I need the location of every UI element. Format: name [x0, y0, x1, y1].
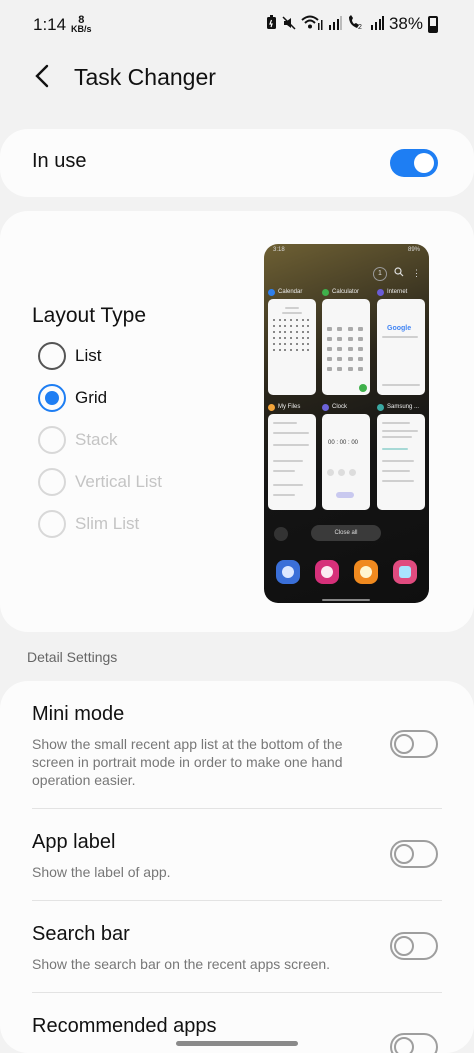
setting-mini-mode[interactable]: Mini mode Show the small recent app list…: [0, 681, 474, 807]
setting-title: Mini mode: [32, 703, 125, 725]
in-use-label: In use: [32, 150, 87, 172]
preview-app-label: Calendar: [278, 289, 303, 295]
radio-slim-list: [38, 510, 66, 538]
preview-timer: 00 : 00 : 00: [328, 440, 359, 446]
in-use-toggle[interactable]: [390, 149, 438, 177]
in-use-card[interactable]: In use: [0, 129, 474, 197]
layout-option-label: Stack: [75, 430, 118, 449]
preview-app-label: Calculator: [332, 289, 360, 295]
mini-mode-toggle[interactable]: [390, 730, 438, 758]
gesture-nav-handle[interactable]: [176, 1041, 298, 1046]
preview-app-clock: Clock 00 : 00 : 00: [322, 402, 370, 510]
preview-app-samsung: Samsung ...: [377, 402, 425, 510]
setting-title: Search bar: [32, 923, 130, 945]
wifi-calling-icon: 2: [347, 15, 365, 33]
layout-option-list[interactable]: List: [38, 342, 101, 370]
layout-option-grid[interactable]: Grid: [38, 384, 107, 412]
clock-icon: [322, 403, 329, 411]
setting-title: Recommended apps: [32, 1015, 217, 1037]
status-bar: 1:14 8 KB/s 2 38%: [0, 0, 474, 52]
status-time: 1:14: [33, 15, 67, 34]
mute-icon: [282, 15, 296, 33]
layout-option-label: List: [75, 346, 102, 365]
gallery-icon: [315, 560, 339, 584]
setting-search-bar[interactable]: Search bar Show the search bar on the re…: [0, 901, 474, 991]
calculator-icon: [322, 288, 329, 296]
network-speed-unit: KB/s: [71, 24, 92, 34]
layout-option-label: Slim List: [75, 514, 140, 533]
status-icons: 2 38%: [266, 14, 438, 34]
wifi-icon: [301, 15, 323, 33]
radio-list[interactable]: [38, 342, 66, 370]
preview-app-internet: Internet Google: [377, 287, 425, 395]
preview-app-label: Clock: [332, 404, 348, 410]
layout-option-label: Vertical List: [75, 472, 162, 491]
app-header: Task Changer: [0, 52, 474, 104]
detail-settings-card: Mini mode Show the small recent app list…: [0, 681, 474, 1053]
setting-description: Show the label of app.: [32, 864, 171, 880]
svg-text:2: 2: [358, 24, 362, 30]
preview-app-calendar: Calendar: [268, 287, 316, 395]
preview-app-label: Internet: [387, 289, 408, 295]
back-arrow-icon[interactable]: [33, 63, 53, 89]
setting-title: App label: [32, 831, 116, 853]
tips-icon: [354, 560, 378, 584]
preview-app-label: Samsung ...: [387, 404, 420, 410]
layout-option-label: Grid: [75, 388, 108, 407]
signal-icon: [328, 15, 342, 33]
folder-icon: [268, 403, 275, 411]
layout-type-title: Layout Type: [32, 304, 147, 327]
preview-more-icon: ⋮: [412, 268, 421, 278]
radio-grid[interactable]: [38, 384, 66, 412]
battery-percent: 38%: [388, 14, 423, 33]
layout-option-vertical-list: Vertical List: [38, 468, 162, 496]
preview-battery: 89%: [407, 247, 420, 253]
layout-type-card: Layout Type List Grid Stack Vertical Lis…: [0, 211, 474, 632]
radio-vertical-list: [38, 468, 66, 496]
search-bar-toggle[interactable]: [390, 932, 438, 960]
battery-saver-icon: [266, 15, 277, 33]
preview-close-all: Close all: [311, 525, 381, 541]
settings-icon: [276, 560, 300, 584]
setting-description: Show the small recent app list at the bo…: [32, 736, 343, 788]
preview-time: 3:18: [273, 247, 285, 253]
preview-home-bar: [322, 599, 370, 601]
setting-description: Show the search bar on the recent apps s…: [32, 956, 331, 972]
samsung-icon: [377, 403, 384, 411]
preview-search-text: Google: [387, 325, 412, 332]
preview-app-calculator: Calculator: [322, 287, 370, 395]
recommended-apps-toggle[interactable]: [390, 1033, 438, 1053]
detail-settings-label: Detail Settings: [27, 649, 118, 665]
setting-app-label[interactable]: App label Show the label of app.: [0, 809, 474, 899]
preview-search-icon: [394, 267, 406, 279]
preview-app-label: My Files: [278, 404, 301, 410]
preview-app-my-files: My Files: [268, 402, 316, 510]
signal-2-icon: [370, 15, 384, 33]
layout-option-stack: Stack: [38, 426, 118, 454]
battery-icon: [428, 15, 438, 33]
radio-stack: [38, 426, 66, 454]
store-icon: [393, 560, 417, 584]
preview-badge: 1: [373, 267, 387, 281]
layout-option-slim-list: Slim List: [38, 510, 139, 538]
layout-preview: 3:18 89% 1 ⋮ Calendar Calculator Interne…: [264, 244, 429, 603]
calendar-icon: [268, 288, 275, 296]
page-title: Task Changer: [74, 64, 216, 90]
network-speed: 8 KB/s: [71, 15, 92, 34]
preview-grid-icon: [274, 527, 288, 541]
internet-icon: [377, 288, 384, 296]
app-label-toggle[interactable]: [390, 840, 438, 868]
